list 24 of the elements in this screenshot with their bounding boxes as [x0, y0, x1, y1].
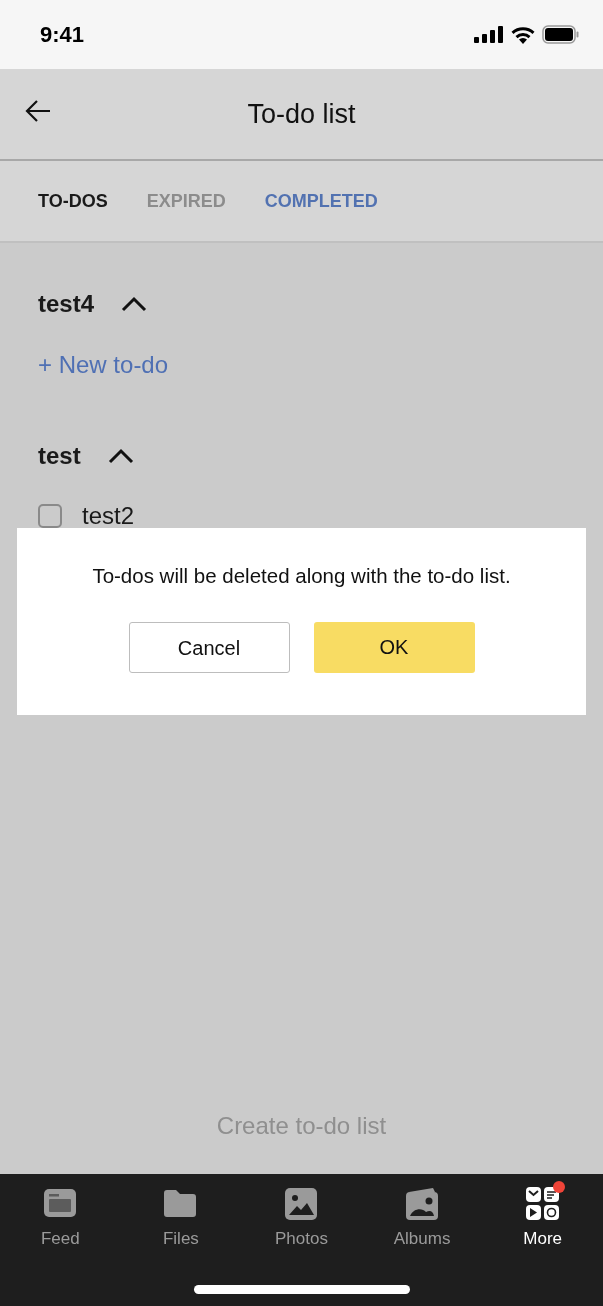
tab[interactable]: TO-DOS: [26, 182, 120, 220]
screen-title: To-do list: [247, 98, 356, 130]
nav-tab[interactable]: Albums: [372, 1178, 473, 1249]
list-name: test4: [38, 290, 95, 318]
collapse-chevron-icon[interactable]: [106, 447, 135, 465]
new-todo-link[interactable]: + New to-do: [38, 347, 603, 383]
nav-tab[interactable]: More: [492, 1178, 593, 1249]
image-icon: [284, 1186, 319, 1221]
wifi-icon: [510, 25, 536, 44]
battery-icon: [542, 25, 579, 44]
status-time: 9:41: [40, 21, 85, 48]
nav-tab[interactable]: Photos: [251, 1178, 352, 1249]
dialog-message: To-dos will be deleted along with the to-do list.: [92, 564, 511, 588]
list-name: test: [38, 442, 81, 470]
ok-button[interactable]: OK: [313, 622, 475, 673]
todo-text: test2: [82, 502, 135, 530]
tab[interactable]: COMPLETED: [252, 182, 390, 220]
grid-icon: [525, 1186, 561, 1221]
album-icon: [404, 1186, 440, 1221]
nav-tab[interactable]: Feed: [10, 1178, 111, 1249]
nav-tab[interactable]: Files: [130, 1178, 231, 1249]
signal-icon: [474, 26, 504, 43]
cancel-button[interactable]: Cancel: [128, 622, 290, 673]
collapse-chevron-icon[interactable]: [120, 295, 149, 313]
